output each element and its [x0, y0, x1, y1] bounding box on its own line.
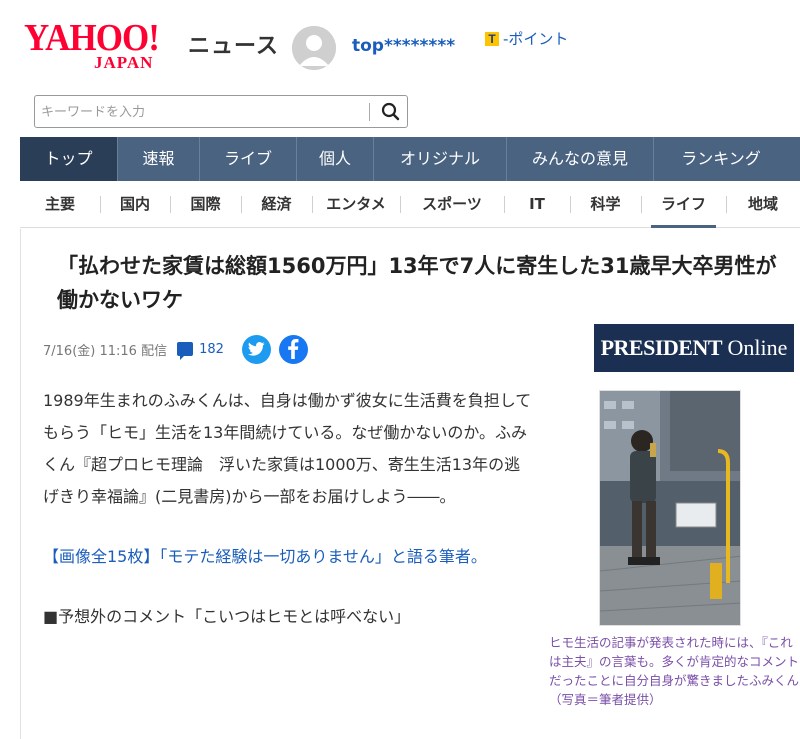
twitter-icon	[247, 342, 265, 356]
category-nav: 主要 国内 国際 経済 エンタメ スポーツ IT 科学 ライフ 地域	[20, 181, 800, 228]
comment-icon[interactable]	[177, 342, 194, 360]
article-title: 「払わせた家賃は総額1560万円」13年で7人に寄生した31歳早大卒男性が働かな…	[57, 254, 777, 312]
search-divider	[369, 103, 370, 121]
username-link[interactable]: top********	[352, 36, 455, 56]
article-body: 1989年生まれのふみくんは、自身は働かず彼女に生活費を負担してもらう「ヒモ」生…	[43, 385, 533, 631]
logo-sub-text: JAPAN	[94, 53, 154, 72]
article: 「払わせた家賃は総額1560万円」13年で7人に寄生した31歳早大卒男性が働かな…	[20, 229, 800, 739]
category-domestic[interactable]: 国内	[100, 181, 170, 228]
user-icon	[292, 26, 336, 70]
category-main[interactable]: 主要	[20, 181, 100, 228]
header: YAHOO! JAPAN ニュース top******** T -ポイント	[0, 0, 800, 90]
publisher-logo[interactable]: PRESIDENT Online	[594, 324, 794, 372]
search-icon	[381, 102, 400, 121]
category-local[interactable]: 地域	[726, 181, 800, 228]
facebook-share-button[interactable]	[278, 334, 308, 364]
main-nav-breaking[interactable]: 速報	[118, 137, 200, 181]
article-photo[interactable]	[599, 390, 741, 626]
publish-date: 7/16(金) 11:16 配信	[43, 343, 168, 359]
main-nav-live[interactable]: ライブ	[200, 137, 297, 181]
category-life[interactable]: ライフ	[641, 181, 726, 228]
category-entertainment[interactable]: エンタメ	[312, 181, 400, 228]
tpoint-icon: T	[485, 31, 499, 46]
search-box	[34, 95, 408, 128]
main-nav: トップ 速報 ライブ 個人 オリジナル みんなの意見 ランキング	[20, 137, 800, 181]
article-lead: 1989年生まれのふみくんは、自身は働かず彼女に生活費を負担してもらう「ヒモ」生…	[43, 391, 532, 506]
yahoo-japan-logo[interactable]: YAHOO! JAPAN	[24, 18, 184, 72]
comment-count[interactable]: 182	[199, 342, 224, 357]
category-it[interactable]: IT	[504, 181, 570, 228]
article-meta: 7/16(金) 11:16 配信 182	[43, 331, 308, 367]
news-section-title[interactable]: ニュース	[188, 28, 279, 60]
main-nav-original[interactable]: オリジナル	[374, 137, 507, 181]
tpoint-link[interactable]: T -ポイント	[485, 28, 568, 49]
photo-caption: ヒモ生活の記事が発表された時には、『これは主夫』の言葉も。多くが肯定的なコメント…	[549, 635, 800, 707]
tpoint-label: -ポイント	[503, 30, 569, 48]
main-nav-top[interactable]: トップ	[20, 137, 118, 181]
category-sports[interactable]: スポーツ	[400, 181, 504, 228]
twitter-share-button[interactable]	[241, 334, 271, 364]
avatar[interactable]	[292, 26, 336, 70]
publisher-name-light: Online	[727, 335, 788, 360]
main-nav-ranking[interactable]: ランキング	[654, 137, 788, 181]
logo-main-text: YAHOO!	[24, 17, 160, 59]
main-nav-opinions[interactable]: みんなの意見	[507, 137, 654, 181]
section-heading: ■予想外のコメント「こいつはヒモとは呼べない」	[43, 607, 411, 626]
publisher-name-bold: PRESIDENT	[600, 335, 723, 360]
photo-illustration	[600, 391, 740, 625]
main-nav-individual[interactable]: 個人	[297, 137, 374, 181]
gallery-link[interactable]: 【画像全15枚】「モテた経験は一切ありません」と語る筆者。	[43, 541, 533, 573]
category-science[interactable]: 科学	[570, 181, 641, 228]
category-economy[interactable]: 経済	[241, 181, 312, 228]
search-input[interactable]	[41, 101, 361, 123]
category-world[interactable]: 国際	[170, 181, 241, 228]
search-button[interactable]	[377, 100, 403, 124]
facebook-icon	[288, 339, 299, 359]
